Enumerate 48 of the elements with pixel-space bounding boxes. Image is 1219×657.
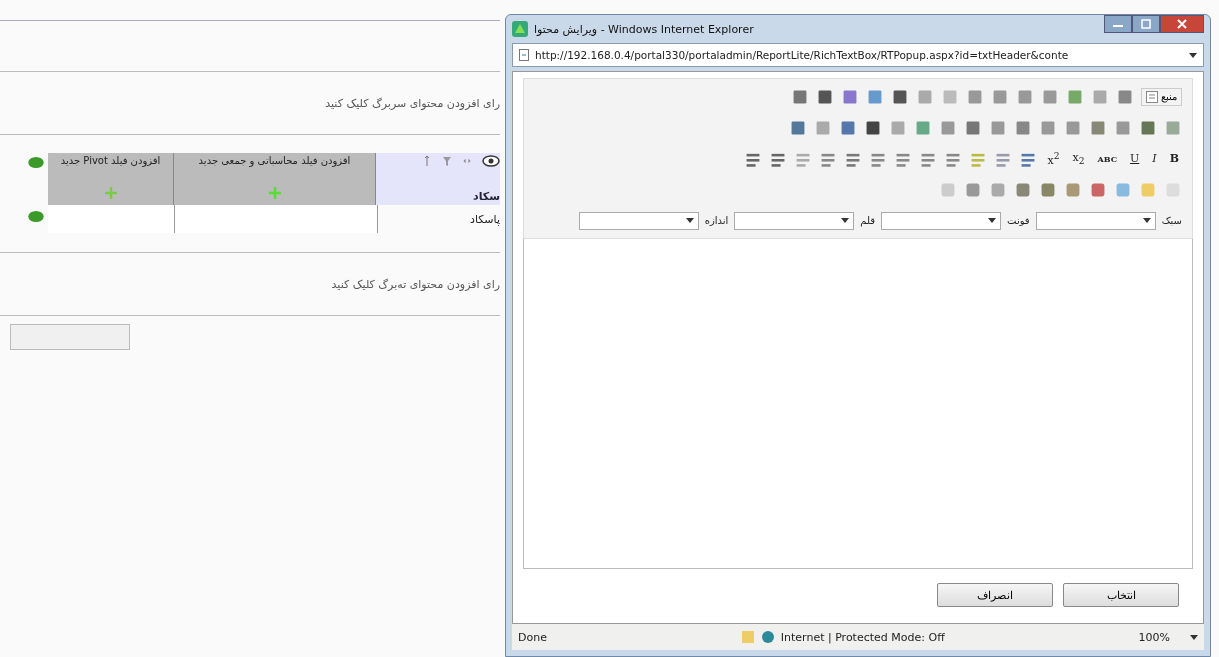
header-hint[interactable]: رای افزودن محتوای سربرگ کلیک کنید: [325, 96, 500, 110]
table-cell: پاسکاد: [470, 212, 500, 226]
caret-icon: [685, 218, 694, 223]
format-button[interactable]: x$^{2}$: [1044, 150, 1063, 167]
dropdown-field[interactable]: [734, 211, 855, 230]
filter-icon: [442, 155, 452, 167]
column-header[interactable]: افزودن فیلد محاسباتی و جمعی جدید: [174, 153, 376, 205]
minimize-button[interactable]: [1104, 15, 1132, 33]
dropdown-icon: [1189, 52, 1197, 58]
caret-icon: [841, 218, 850, 223]
zoom-level[interactable]: 100%: [1138, 630, 1170, 644]
status-text: Done: [518, 630, 547, 644]
url-text: http://192.168.0.4/portal330/portaladmin/ReportLite/RichTextBox/RTPopup.aspx?id=txtHeader&conte: [535, 49, 1070, 61]
format-button[interactable]: U: [1127, 152, 1143, 165]
plus-icon: [268, 187, 281, 199]
zone-text: Internet | Protected Mode: Off: [780, 630, 945, 644]
caret-icon: [988, 218, 997, 223]
dropdown-label: اندازه: [704, 215, 729, 226]
plus-icon: [104, 187, 117, 199]
footer-hint[interactable]: رای افزودن محتوای ته‌برگ کلیک کنید: [331, 277, 500, 291]
format-button[interactable]: x$_{2}$: [1069, 150, 1088, 167]
close-icon: [1177, 19, 1187, 29]
format-button[interactable]: I: [1149, 152, 1160, 165]
maximize-icon: [1141, 19, 1151, 29]
source-button[interactable]: منبع: [1141, 87, 1182, 106]
close-button[interactable]: [1160, 15, 1204, 33]
dropdown-field[interactable]: [578, 211, 699, 230]
dropdown-field[interactable]: [881, 211, 1002, 230]
caret-icon: [1142, 218, 1151, 223]
page-icon: [519, 49, 529, 61]
format-button[interactable]: B: [1166, 152, 1182, 165]
dropdown-icon: [1190, 634, 1198, 640]
dropdown-field[interactable]: [1035, 211, 1156, 230]
maximize-button[interactable]: [1132, 15, 1160, 33]
format-button[interactable]: ABC: [1094, 153, 1121, 164]
document-icon: [1146, 90, 1158, 103]
eye-icon: [482, 155, 500, 167]
dialog-button[interactable]: انصراف: [937, 583, 1053, 607]
globe-icon: [760, 630, 775, 644]
window-title: ویرایش محتوا - Windows Internet Explorer: [534, 22, 755, 36]
dialog-button[interactable]: انتخاب: [1063, 583, 1179, 607]
dropdown-label: سبک: [1161, 215, 1182, 226]
table-cell: سکاد: [473, 190, 500, 203]
dropdown-label: فونت: [1007, 215, 1030, 226]
dropdown-label: قلم: [860, 215, 876, 226]
sort-icon: [422, 155, 432, 167]
column-header[interactable]: افزودن فیلد Pivot جدید: [48, 153, 174, 205]
browser-icon: [512, 21, 528, 37]
